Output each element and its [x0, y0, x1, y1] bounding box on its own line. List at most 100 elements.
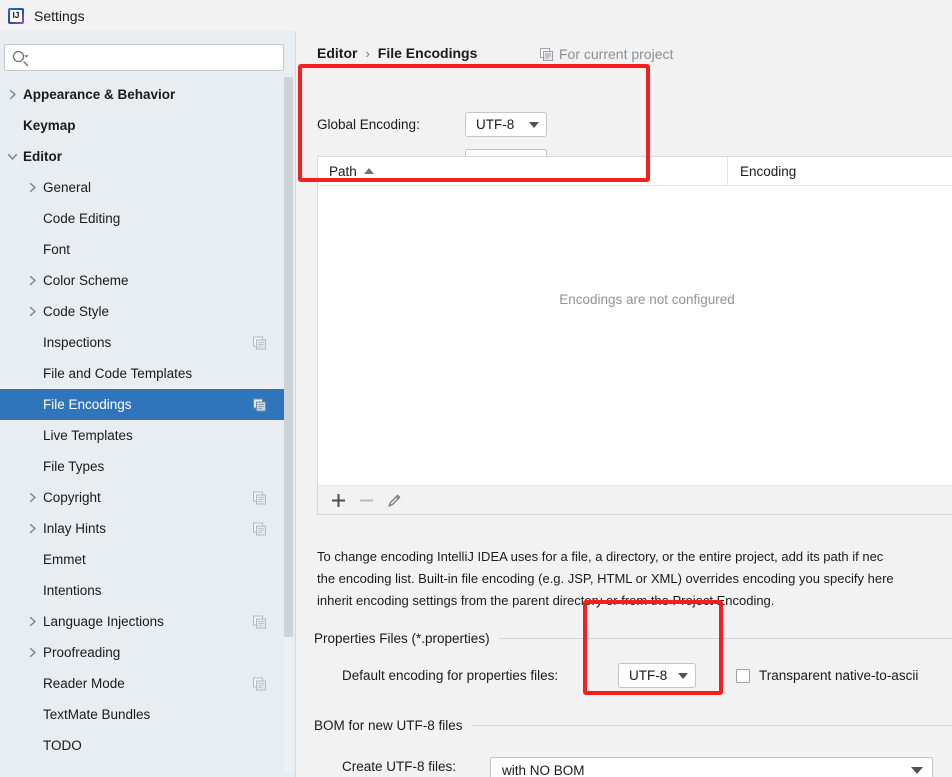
edit-encoding-button[interactable]	[381, 488, 407, 512]
encodings-table[interactable]: Path Encoding Encodings are not configur…	[317, 156, 952, 485]
encodings-table-toolbar	[317, 485, 952, 515]
transparent-native-to-ascii-checkbox[interactable]: Transparent native-to-ascii	[736, 668, 918, 683]
sidebar-item-inspections[interactable]: Inspections	[0, 327, 288, 358]
breadcrumb-leaf: File Encodings	[377, 45, 478, 61]
sidebar-item-label: Inlay Hints	[43, 520, 107, 536]
hint-line: inherit encoding settings from the paren…	[317, 593, 775, 608]
search-field-wrapper[interactable]	[4, 44, 284, 71]
sidebar-item-label: Emmet	[43, 551, 86, 567]
sidebar-item-label: Live Templates	[43, 427, 133, 443]
checkbox-box-icon	[736, 668, 750, 683]
sidebar-item-label: Editor	[23, 148, 62, 164]
chevron-right-icon[interactable]	[26, 305, 39, 318]
chevron-down-icon	[911, 767, 923, 774]
chevron-right-icon[interactable]	[6, 88, 19, 101]
column-header-path[interactable]: Path	[318, 157, 728, 185]
sidebar-item-proofreading[interactable]: Proofreading	[0, 637, 288, 668]
breadcrumb: Editor › File Encodings	[317, 45, 477, 61]
settings-sidebar: Appearance & Behavior Keymap Editor General…	[0, 31, 296, 777]
bom-group-header: BOM for new UTF-8 files	[314, 718, 952, 733]
minus-icon	[359, 499, 373, 501]
sidebar-item-language-injections[interactable]: Language Injections	[0, 606, 288, 637]
chevron-right-icon[interactable]	[26, 181, 39, 194]
sidebar-item-live-templates[interactable]: Live Templates	[0, 420, 288, 451]
sidebar-item-file-types[interactable]: File Types	[0, 451, 288, 482]
global-encoding-combobox[interactable]: UTF-8	[465, 112, 547, 137]
sidebar-item-reader-mode[interactable]: Reader Mode	[0, 668, 288, 699]
sidebar-item-label: File and Code Templates	[43, 365, 193, 381]
sidebar-item-label: Intentions	[43, 582, 102, 598]
sidebar-item-color-scheme[interactable]: Color Scheme	[0, 265, 288, 296]
group-divider-line	[471, 725, 952, 726]
sidebar-item-appearance-behavior[interactable]: Appearance & Behavior	[0, 79, 288, 110]
project-scope-icon	[253, 336, 266, 349]
sidebar-item-keymap[interactable]: Keymap	[0, 110, 288, 141]
sidebar-item-label: Appearance & Behavior	[23, 86, 176, 102]
chevron-right-icon[interactable]	[26, 522, 39, 535]
chevron-down-icon	[678, 672, 688, 679]
sort-ascending-icon	[363, 168, 374, 174]
global-encoding-label: Global Encoding:	[317, 117, 420, 132]
column-header-encoding-label: Encoding	[740, 163, 797, 179]
sidebar-item-label: Inspections	[43, 334, 112, 350]
sidebar-item-todo[interactable]: TODO	[0, 730, 288, 761]
sidebar-item-editor[interactable]: Editor	[0, 141, 288, 172]
sidebar-item-label: Color Scheme	[43, 272, 129, 288]
sidebar-item-label: Language Injections	[43, 613, 164, 629]
properties-files-group-title: Properties Files (*.properties)	[314, 631, 490, 646]
chevron-down-icon	[529, 121, 539, 128]
sidebar-item-intentions[interactable]: Intentions	[0, 575, 288, 606]
chevron-right-icon[interactable]	[26, 491, 39, 504]
sidebar-item-label: Proofreading	[43, 644, 121, 660]
search-input[interactable]	[4, 44, 284, 71]
settings-tree: Appearance & Behavior Keymap Editor General…	[0, 79, 288, 777]
sidebar-item-label: Reader Mode	[43, 675, 125, 691]
breadcrumb-root[interactable]: Editor	[317, 45, 357, 61]
sidebar-item-label: Copyright	[43, 489, 101, 505]
hint-line: To change encoding IntelliJ IDEA uses fo…	[317, 549, 884, 564]
chevron-right-icon[interactable]	[26, 646, 39, 659]
sidebar-item-label: File Encodings	[43, 396, 132, 412]
default-properties-encoding-value: UTF-8	[629, 668, 668, 683]
plus-icon	[331, 493, 345, 507]
sidebar-item-emmet[interactable]: Emmet	[0, 544, 288, 575]
sidebar-item-label: TODO	[43, 737, 82, 753]
sidebar-item-label: Keymap	[23, 117, 76, 133]
sidebar-item-code-editing[interactable]: Code Editing	[0, 203, 288, 234]
file-encodings-panel: Editor › File Encodings For current proj…	[297, 31, 952, 777]
for-current-project-hint: For current project	[540, 46, 673, 62]
create-utf8-files-combobox[interactable]: with NO BOM	[490, 757, 933, 777]
sidebar-item-copyright[interactable]: Copyright	[0, 482, 288, 513]
project-scope-icon	[253, 491, 266, 504]
create-utf8-files-label-row: Create UTF-8 files:	[342, 759, 456, 774]
sidebar-item-font[interactable]: Font	[0, 234, 288, 265]
column-header-encoding[interactable]: Encoding	[728, 157, 796, 185]
chevron-right-icon[interactable]	[26, 274, 39, 287]
default-properties-encoding-combobox[interactable]: UTF-8	[618, 663, 696, 688]
sidebar-item-file-and-code-templates[interactable]: File and Code Templates	[0, 358, 288, 389]
chevron-right-icon[interactable]	[26, 615, 39, 628]
hint-line: the encoding list. Built-in file encodin…	[317, 571, 894, 586]
project-scope-icon	[540, 47, 553, 61]
create-utf8-files-label: Create UTF-8 files:	[342, 759, 457, 774]
sidebar-item-general[interactable]: General	[0, 172, 288, 203]
encodings-hint-text: To change encoding IntelliJ IDEA uses fo…	[317, 546, 952, 612]
sidebar-scrollbar-thumb[interactable]	[284, 77, 293, 637]
chevron-down-icon[interactable]	[6, 150, 19, 163]
project-scope-icon	[253, 615, 266, 628]
encodings-table-header: Path Encoding	[318, 157, 952, 186]
sidebar-item-label: Font	[43, 241, 71, 257]
sidebar-item-label: File Types	[43, 458, 105, 474]
sidebar-item-label: TextMate Bundles	[43, 706, 151, 722]
properties-files-group-header: Properties Files (*.properties)	[314, 631, 952, 646]
window-title: Settings	[34, 7, 85, 24]
for-current-project-label: For current project	[559, 46, 674, 62]
sidebar-item-code-style[interactable]: Code Style	[0, 296, 288, 327]
remove-encoding-button[interactable]	[353, 488, 379, 512]
sidebar-item-inlay-hints[interactable]: Inlay Hints	[0, 513, 288, 544]
sidebar-item-textmate-bundles[interactable]: TextMate Bundles	[0, 699, 288, 730]
create-utf8-files-value: with NO BOM	[502, 763, 585, 777]
add-encoding-button[interactable]	[325, 488, 351, 512]
sidebar-item-file-encodings[interactable]: File Encodings	[0, 389, 288, 420]
global-encoding-row: Global Encoding: UTF-8	[317, 112, 547, 137]
